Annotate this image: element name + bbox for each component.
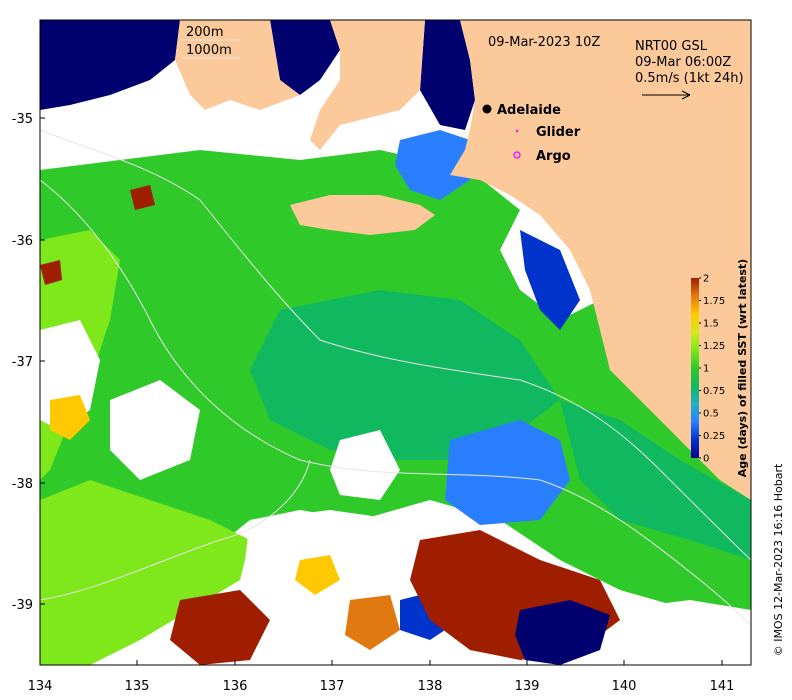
y-tick-label: -36 [12,234,33,249]
map-plot-area [40,20,751,665]
colorbar-tick-label: 1.5 [703,319,719,330]
isobath-label-1000m: 1000m [186,43,232,58]
x-tick-label: 138 [418,679,443,694]
legend-glider: Glider [536,125,581,140]
x-tick-label: 137 [320,679,345,694]
isobath-label-200m: 200m [186,25,223,40]
x-tick-label: 139 [515,679,540,694]
legend-adelaide: Adelaide [497,103,561,118]
x-tick-label: 136 [223,679,248,694]
colorbar-title: Age (days) of filled SST (wrt latest) [736,259,749,477]
colorbar [691,278,699,458]
colorbar-tick-label: 1.75 [703,296,725,307]
y-tick-label: -39 [12,598,33,613]
x-tick-label: 140 [612,679,637,694]
colorbar-tick-label: 1 [703,364,709,375]
colorbar-tick-label: 0.5 [703,409,719,420]
colorbar-tick-label: 1.25 [703,341,725,352]
current-info-line1: NRT00 GSL [635,39,708,54]
adelaide-marker [482,104,492,114]
y-tick-label: -37 [12,355,33,370]
current-info-line2: 09-Mar 06:00Z [635,55,731,70]
copyright-credit: © IMOS 12-Mar-2023 16:16 Hobart [772,463,785,656]
x-tick-label: 134 [28,679,53,694]
y-tick-label: -35 [12,112,33,127]
x-tick-label: 135 [125,679,150,694]
colorbar-tick-label: 0 [703,454,709,465]
glider-marker [515,129,519,133]
y-tick-label: -38 [12,477,33,492]
colorbar-tick-label: 0.75 [703,386,725,397]
legend-argo: Argo [536,149,571,164]
current-info-line3: 0.5m/s (1kt 24h) [635,71,744,86]
colorbar-tick-label: 0.25 [703,431,725,442]
no-data-patch-5 [600,600,751,665]
x-tick-label: 141 [710,679,735,694]
date-title: 09-Mar-2023 10Z [488,35,600,50]
sst-age-map: 134 135 136 137 138 139 140 141 -35 -36 … [12,19,785,694]
colorbar-tick-label: 2 [703,274,709,285]
